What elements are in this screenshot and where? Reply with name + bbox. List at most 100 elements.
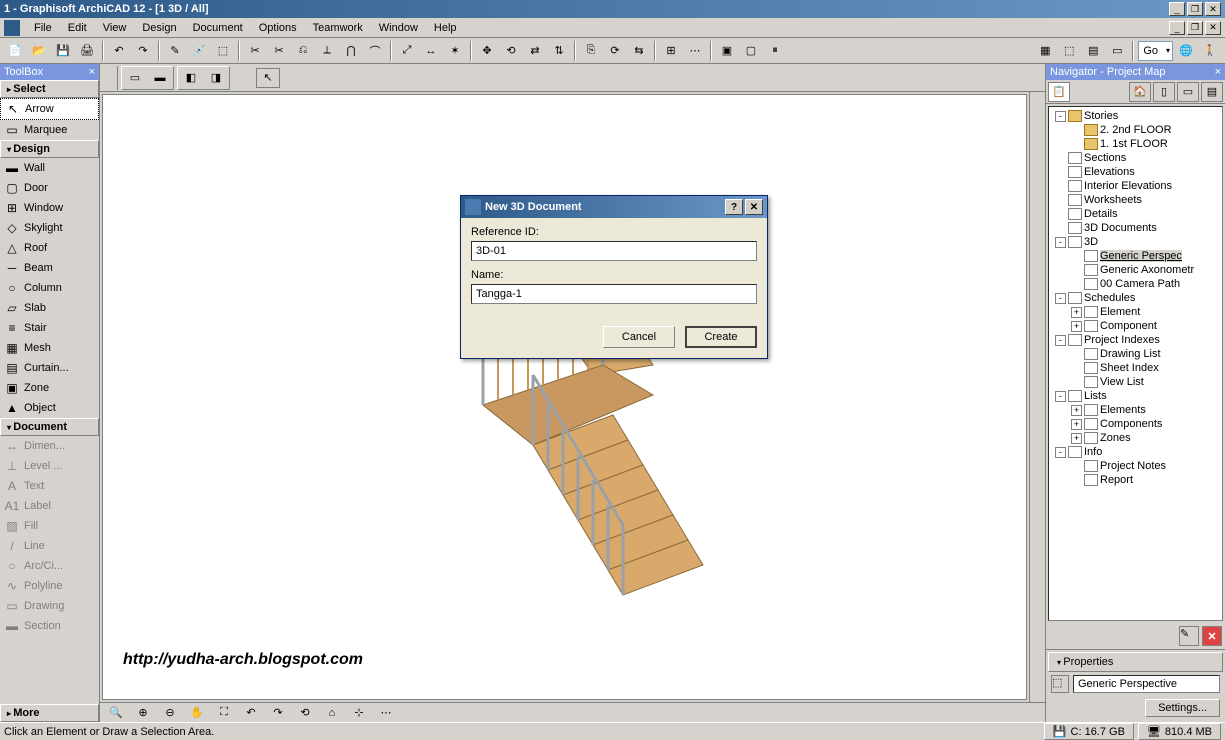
- tree-toggle[interactable]: -: [1055, 335, 1066, 346]
- toolbox-item-arc-ci-[interactable]: ○Arc/Ci...: [0, 556, 99, 576]
- nav-tab-sets[interactable]: ▤: [1201, 82, 1223, 102]
- toolbox-item-arrow[interactable]: ↖Arrow: [0, 98, 99, 120]
- rotate-button[interactable]: ⟲: [500, 40, 522, 62]
- prev-view-button[interactable]: ↶: [239, 703, 263, 723]
- toolbox-item-label[interactable]: A1Label: [0, 496, 99, 516]
- tree-toggle[interactable]: -: [1055, 391, 1066, 402]
- tree-item-details[interactable]: Details: [1051, 207, 1220, 221]
- pick-button[interactable]: ✎: [164, 40, 186, 62]
- group-button[interactable]: ▣: [716, 40, 738, 62]
- toolbox-item-level-[interactable]: ⊥Level ...: [0, 456, 99, 476]
- arrow-mode-button[interactable]: ↖: [256, 68, 280, 88]
- axis-button[interactable]: ⊹: [347, 703, 371, 723]
- menu-design[interactable]: Design: [134, 20, 184, 36]
- menu-help[interactable]: Help: [426, 20, 465, 36]
- tree-item-00-camera-path[interactable]: 00 Camera Path: [1051, 277, 1220, 291]
- save-button[interactable]: 💾: [52, 40, 74, 62]
- tree-item-worksheets[interactable]: Worksheets: [1051, 193, 1220, 207]
- tree-item-generic-axonometr[interactable]: Generic Axonometr: [1051, 263, 1220, 277]
- open-button[interactable]: 📂: [28, 40, 50, 62]
- toolbox-item-polyline[interactable]: ∿Polyline: [0, 576, 99, 596]
- toolbox-item-zone[interactable]: ▣Zone: [0, 378, 99, 398]
- menu-file[interactable]: File: [26, 20, 60, 36]
- toolbox-item-wall[interactable]: ▬Wall: [0, 158, 99, 178]
- toolbox-item-fill[interactable]: ▨Fill: [0, 516, 99, 536]
- toolbox-item-door[interactable]: ▢Door: [0, 178, 99, 198]
- tree-item-3d-documents[interactable]: 3D Documents: [1051, 221, 1220, 235]
- tree-item-sections[interactable]: Sections: [1051, 151, 1220, 165]
- toolbox-section-more[interactable]: More: [0, 704, 99, 722]
- resize-button[interactable]: ⤢: [396, 40, 418, 62]
- menu-options[interactable]: Options: [251, 20, 305, 36]
- mode-button-3[interactable]: ◧: [179, 68, 203, 88]
- dialog-close-button[interactable]: ✕: [745, 199, 763, 215]
- zoom-button[interactable]: 🔍: [104, 703, 128, 723]
- fillet-button[interactable]: ⌒: [364, 40, 386, 62]
- toolbox-item-drawing[interactable]: ▭Drawing: [0, 596, 99, 616]
- tree-toggle[interactable]: +: [1071, 433, 1082, 444]
- name-input[interactable]: [471, 284, 757, 304]
- new-button[interactable]: 📄: [4, 40, 26, 62]
- toolbox-section-design[interactable]: Design: [0, 140, 99, 158]
- inject-button[interactable]: 💉: [188, 40, 210, 62]
- tree-item-view-list[interactable]: View List: [1051, 375, 1220, 389]
- zoom-out-button[interactable]: ⊖: [158, 703, 182, 723]
- settings-button[interactable]: Settings...: [1145, 699, 1220, 717]
- options-button[interactable]: ⋯: [374, 703, 398, 723]
- close-button[interactable]: ✕: [1205, 2, 1221, 16]
- split-button[interactable]: ⎌: [292, 40, 314, 62]
- toolbox-item-section[interactable]: ▬Section: [0, 616, 99, 636]
- toolbox-item-marquee[interactable]: ▭Marquee: [0, 120, 99, 140]
- nav-delete-button[interactable]: ✕: [1202, 626, 1222, 646]
- stretch-button[interactable]: ↔: [420, 40, 442, 62]
- dialog-help-button[interactable]: ?: [725, 199, 743, 215]
- adjust-button[interactable]: ⟂: [316, 40, 338, 62]
- undo-button[interactable]: ↶: [108, 40, 130, 62]
- tree-toggle[interactable]: -: [1055, 293, 1066, 304]
- toolbox-item-object[interactable]: ▲Object: [0, 398, 99, 418]
- toolbox-item-column[interactable]: ○Column: [0, 278, 99, 298]
- tree-toggle[interactable]: +: [1071, 307, 1082, 318]
- orbit-button[interactable]: ⟲: [293, 703, 317, 723]
- close-icon[interactable]: ×: [1215, 66, 1221, 78]
- reference-id-input[interactable]: [471, 241, 757, 261]
- mdi-close-button[interactable]: ✕: [1205, 21, 1221, 35]
- tree-item-3d[interactable]: -3D: [1051, 235, 1220, 249]
- next-view-button[interactable]: ↷: [266, 703, 290, 723]
- tree-item-components[interactable]: +Components: [1051, 417, 1220, 431]
- cut-button[interactable]: ✂: [244, 40, 266, 62]
- mdi-restore-button[interactable]: ❐: [1187, 21, 1203, 35]
- multiply-button[interactable]: ⊞: [660, 40, 682, 62]
- tree-item-zones[interactable]: +Zones: [1051, 431, 1220, 445]
- mode-button-2[interactable]: ▬: [148, 68, 172, 88]
- toolbox-item-dimen-[interactable]: ↔Dimen...: [0, 436, 99, 456]
- tree-item-info[interactable]: -Info: [1051, 445, 1220, 459]
- redo-button[interactable]: ↷: [132, 40, 154, 62]
- print-button[interactable]: 🖨: [76, 40, 98, 62]
- menu-window[interactable]: Window: [371, 20, 426, 36]
- tree-item-sheet-index[interactable]: Sheet Index: [1051, 361, 1220, 375]
- tree-toggle[interactable]: -: [1055, 237, 1066, 248]
- nav-tab-view-map[interactable]: 🏠: [1129, 82, 1151, 102]
- toolbox-item-mesh[interactable]: ▦Mesh: [0, 338, 99, 358]
- tree-item-stories[interactable]: -Stories: [1051, 109, 1220, 123]
- menu-view[interactable]: View: [95, 20, 135, 36]
- tree-toggle[interactable]: -: [1055, 447, 1066, 458]
- tree-item-lists[interactable]: -Lists: [1051, 389, 1220, 403]
- elevate-button[interactable]: ⇅: [548, 40, 570, 62]
- mdi-minimize-button[interactable]: _: [1169, 21, 1185, 35]
- menu-teamwork[interactable]: Teamwork: [305, 20, 371, 36]
- toolbox-item-window[interactable]: ⊞Window: [0, 198, 99, 218]
- view-3d-button[interactable]: ⬚: [1058, 40, 1080, 62]
- nav-tab-layout[interactable]: ▯: [1153, 82, 1175, 102]
- tree-item-report[interactable]: Report: [1051, 473, 1220, 487]
- toolbox-item-roof[interactable]: △Roof: [0, 238, 99, 258]
- cancel-button[interactable]: Cancel: [603, 326, 675, 348]
- vertical-scrollbar[interactable]: [1029, 92, 1045, 702]
- toolbox-item-slab[interactable]: ▱Slab: [0, 298, 99, 318]
- maximize-button[interactable]: ❐: [1187, 2, 1203, 16]
- home-button[interactable]: ⌂: [320, 703, 344, 723]
- properties-header[interactable]: Properties: [1048, 652, 1223, 672]
- intersect-button[interactable]: ⋂: [340, 40, 362, 62]
- tree-item-generic-perspec[interactable]: Generic Perspec: [1051, 249, 1220, 263]
